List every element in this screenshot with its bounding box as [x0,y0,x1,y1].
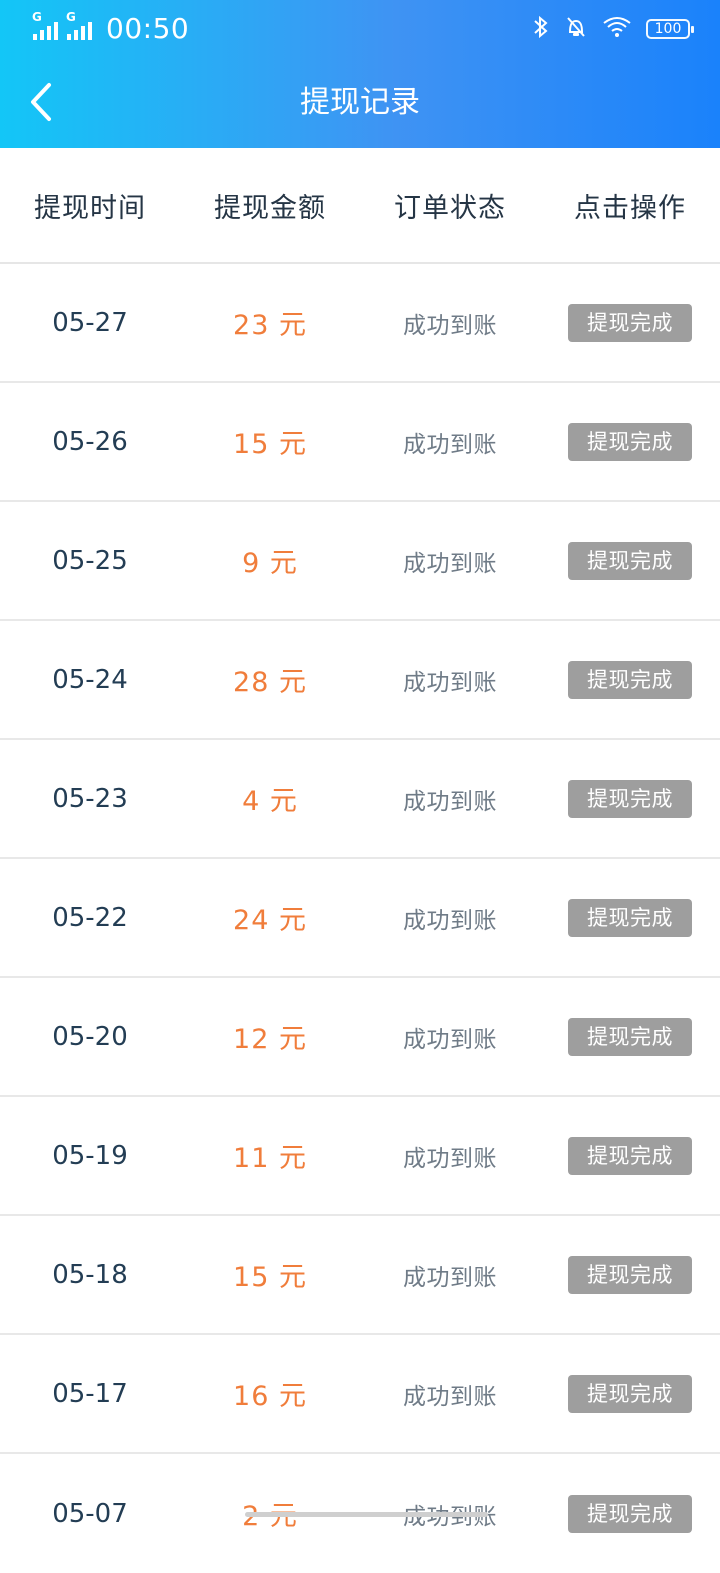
bluetooth-icon [532,14,550,44]
row-date: 05-25 [52,545,128,576]
withdraw-complete-button[interactable]: 提现完成 [568,1374,692,1413]
row-status: 成功到账 [403,312,497,339]
column-time-label: 提现时间 [34,192,146,224]
row-date: 05-17 [52,1378,128,1409]
row-date: 05-18 [52,1259,128,1290]
table-row: 05-22 24 元 成功到账 提现完成 [0,859,720,978]
row-amount: 15 元 [233,1262,307,1293]
row-date: 05-27 [52,307,128,338]
withdraw-complete-button[interactable]: 提现完成 [568,1136,692,1175]
column-action-label: 点击操作 [574,192,686,224]
row-status: 成功到账 [403,788,497,815]
signal-label-2: G [66,10,76,24]
row-status: 成功到账 [403,431,497,458]
row-date: 05-07 [52,1498,128,1529]
withdraw-complete-button[interactable]: 提现完成 [568,1255,692,1294]
bell-off-icon [564,14,588,44]
status-left: G G 00:50 [32,10,190,46]
row-amount: 4 元 [242,786,298,817]
row-status: 成功到账 [403,550,497,577]
table-row: 05-26 15 元 成功到账 提现完成 [0,383,720,502]
table-header: 提现时间 提现金额 订单状态 点击操作 [0,148,720,264]
row-status: 成功到账 [403,1383,497,1410]
row-amount: 9 元 [242,548,298,579]
row-date: 05-22 [52,902,128,933]
signal-icon-2: G [66,10,94,42]
column-status-label: 订单状态 [394,192,506,224]
status-right: 100 [532,14,694,44]
row-amount: 24 元 [233,905,307,936]
battery-level: 100 [654,21,682,37]
column-status-header: 订单状态 [360,148,540,262]
withdraw-complete-button[interactable]: 提现完成 [568,422,692,461]
row-date: 05-20 [52,1021,128,1052]
row-amount: 12 元 [233,1024,307,1055]
column-amount-header: 提现金额 [180,148,360,262]
table-row: 05-23 4 元 成功到账 提现完成 [0,740,720,859]
withdraw-complete-button[interactable]: 提现完成 [568,1494,692,1533]
table-row: 05-17 16 元 成功到账 提现完成 [0,1335,720,1454]
table-row: 05-20 12 元 成功到账 提现完成 [0,978,720,1097]
row-date: 05-24 [52,664,128,695]
row-status: 成功到账 [403,1145,497,1172]
row-status: 成功到账 [403,669,497,696]
table-row: 05-24 28 元 成功到账 提现完成 [0,621,720,740]
row-amount: 23 元 [233,310,307,341]
withdraw-complete-button[interactable]: 提现完成 [568,779,692,818]
row-date: 05-19 [52,1140,128,1171]
scroll-indicator [245,1512,488,1517]
table-row: 05-27 23 元 成功到账 提现完成 [0,264,720,383]
row-amount: 28 元 [233,667,307,698]
row-status: 成功到账 [403,907,497,934]
signal-icon: G [32,10,60,42]
table-row: 05-19 11 元 成功到账 提现完成 [0,1097,720,1216]
row-date: 05-26 [52,426,128,457]
status-bar: G G 00:50 100 [0,0,720,58]
app-header: G G 00:50 100 提现记录 [0,0,720,148]
column-amount-label: 提现金额 [214,192,326,224]
row-amount: 16 元 [233,1381,307,1412]
column-time-header: 提现时间 [0,148,180,262]
row-date: 05-23 [52,783,128,814]
signal-label: G [32,10,42,24]
withdraw-complete-button[interactable]: 提现完成 [568,898,692,937]
withdrawal-list: 05-27 23 元 成功到账 提现完成 05-26 15 元 成功到账 提现完… [0,264,720,1573]
page-title: 提现记录 [300,85,420,120]
wifi-icon [602,15,632,43]
table-row: 05-18 15 元 成功到账 提现完成 [0,1216,720,1335]
table-row: 05-25 9 元 成功到账 提现完成 [0,502,720,621]
withdraw-complete-button[interactable]: 提现完成 [568,303,692,342]
row-amount: 15 元 [233,429,307,460]
column-action-header: 点击操作 [540,148,720,262]
battery-icon: 100 [646,19,694,39]
row-status: 成功到账 [403,1026,497,1053]
row-amount: 11 元 [233,1143,307,1174]
withdraw-complete-button[interactable]: 提现完成 [568,541,692,580]
withdraw-complete-button[interactable]: 提现完成 [568,660,692,699]
withdraw-complete-button[interactable]: 提现完成 [568,1017,692,1056]
row-status: 成功到账 [403,1264,497,1291]
status-time: 00:50 [106,12,190,45]
